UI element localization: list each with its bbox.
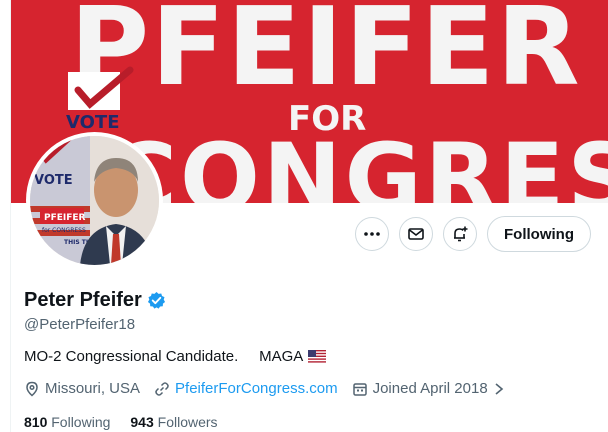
location-text: Missouri, USA	[45, 380, 141, 397]
avatar-name-sign: PFEIFER	[44, 213, 86, 223]
handle: @PeterPfeifer18	[24, 316, 136, 333]
link-icon	[155, 381, 169, 396]
avatar[interactable]: VOTE PFEIFER for CONGRESS THIS TUESDAY!!…	[30, 136, 159, 265]
left-panel-edge	[0, 0, 11, 432]
website-link[interactable]: PfeiferForCongress.com	[175, 380, 338, 397]
message-button[interactable]	[399, 217, 434, 251]
following-stat[interactable]: 810 Following	[24, 414, 110, 430]
banner-title-line3: CONGRESS	[108, 124, 608, 204]
location: Missouri, USA	[24, 380, 140, 397]
display-name: Peter Pfeifer	[24, 289, 142, 311]
followers-stat[interactable]: 943 Followers	[130, 414, 217, 430]
website[interactable]: PfeiferForCongress.com	[154, 380, 338, 397]
message-icon	[408, 228, 424, 240]
profile-actions: Following	[355, 216, 591, 252]
chevron-right-icon	[495, 382, 503, 395]
location-pin-icon	[26, 381, 38, 397]
followers-count: 943	[130, 414, 154, 430]
joined-text: Joined April 2018	[372, 380, 488, 397]
bio: MO-2 Congressional Candidate. MAGA	[24, 348, 327, 365]
us-flag-icon	[308, 350, 327, 363]
bio-text: MO-2 Congressional Candidate. MAGA	[24, 348, 304, 365]
more-button[interactable]	[355, 217, 390, 251]
avatar-vote-label: VOTE	[34, 173, 73, 188]
avatar-for-sign: for CONGRESS	[42, 227, 86, 234]
profile-meta: Missouri, USA PfeiferForCongress.com Joi…	[24, 380, 505, 397]
joined-date[interactable]: Joined April 2018	[352, 380, 505, 397]
followers-label: Followers	[157, 414, 218, 430]
following-button[interactable]: Following	[487, 216, 591, 252]
name-row: Peter Pfeifer	[24, 289, 166, 312]
follow-stats: 810 Following 943 Followers	[24, 414, 218, 430]
avatar-image: VOTE PFEIFER for CONGRESS THIS TUESDAY!!…	[30, 136, 159, 265]
verified-badge-icon[interactable]	[147, 291, 166, 310]
following-count: 810	[24, 414, 48, 430]
more-icon	[364, 232, 380, 236]
notify-button[interactable]	[443, 217, 478, 251]
bell-plus-icon	[454, 226, 468, 242]
avatar-ring: VOTE PFEIFER for CONGRESS THIS TUESDAY!!…	[26, 132, 163, 269]
calendar-icon	[352, 382, 367, 396]
following-label: Following	[51, 414, 111, 430]
banner-title-line1: PFEIFER	[70, 0, 582, 110]
